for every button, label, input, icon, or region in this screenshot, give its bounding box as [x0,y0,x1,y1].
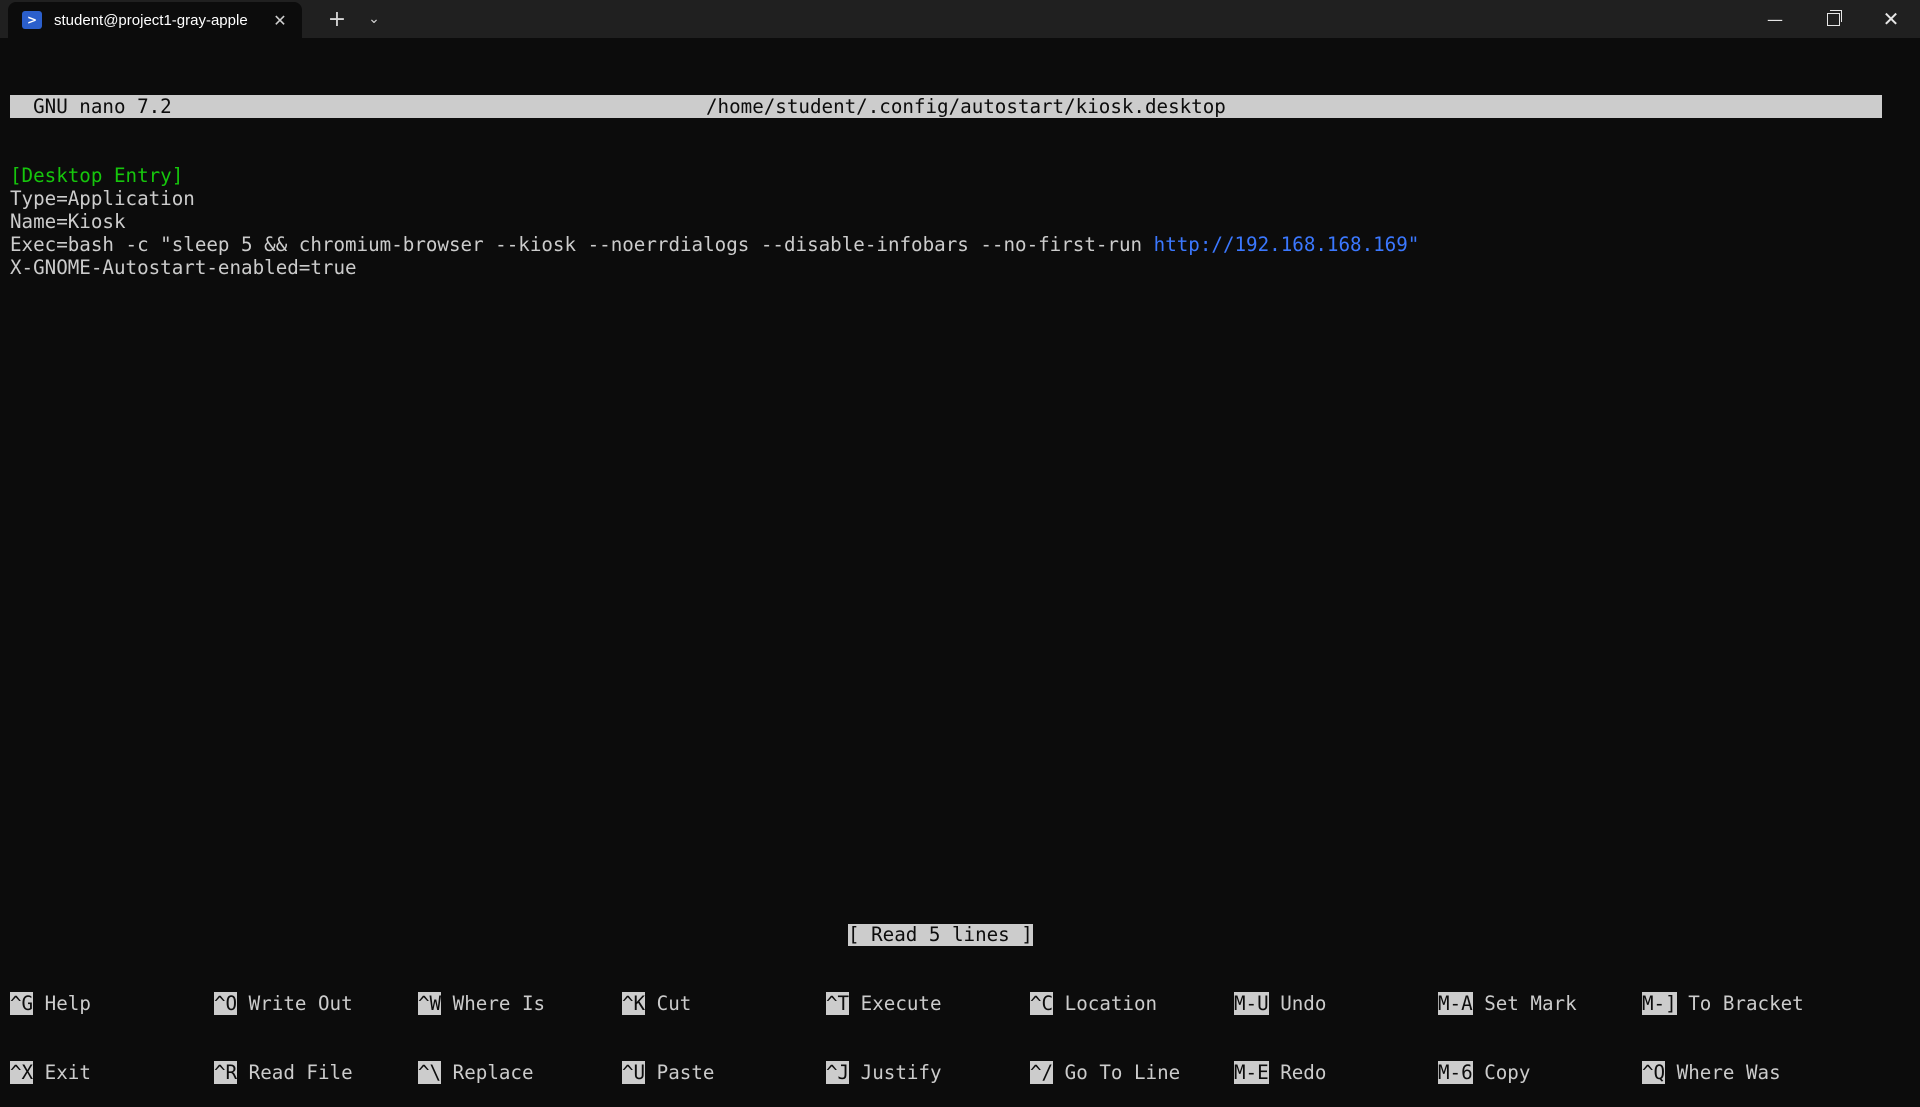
shortcut-item: ^C Location [1030,992,1157,1015]
editor-line[interactable]: Exec=bash -c "sleep 5 && chromium-browse… [10,233,1882,256]
shortcut-label: Redo [1268,1061,1327,1084]
shortcut-item: ^R Read File [214,1061,353,1084]
editor-line[interactable]: [Desktop Entry] [10,164,1882,187]
powershell-icon: > [22,11,42,29]
editor-line[interactable]: Type=Application [10,187,1882,210]
shortcut-item: ^/ Go To Line [1030,1061,1180,1084]
url-text: http://192.168.168.169" [1153,233,1420,256]
shortcut-key: ^\ [418,1061,442,1084]
shortcut-item: M-A Set Mark [1438,992,1577,1015]
chevron-down-icon[interactable]: ⌄ [359,4,389,34]
shortcut-item: ^J Justify [826,1061,942,1084]
shortcut-key: ^W [418,992,442,1015]
shortcut-key: ^T [826,992,850,1015]
shortcut-key: ^G [10,992,34,1015]
shortcut-key: ^Q [1642,1061,1666,1084]
close-tab-icon[interactable]: ✕ [270,10,290,30]
close-window-button[interactable]: ✕ [1862,0,1920,38]
shortcut-label: Paste [645,1061,715,1084]
shortcut-item: ^W Where Is [418,992,545,1015]
editor-line[interactable]: Name=Kiosk [10,210,1882,233]
restore-icon [1826,9,1842,26]
close-icon: ✕ [1882,7,1900,31]
line-text: X-GNOME-Autostart-enabled=true [10,256,357,279]
shortcut-item: M-U Undo [1234,992,1326,1015]
shortcut-item: ^G Help [10,992,91,1015]
shortcut-key: M-A [1438,992,1473,1015]
shortcut-item: ^U Paste [622,1061,714,1084]
shortcut-key: ^X [10,1061,34,1084]
plus-icon[interactable]: + [322,4,352,34]
shortcut-item: ^K Cut [622,992,691,1015]
shortcut-key: M-E [1234,1061,1269,1084]
shortcut-label: Justify [849,1061,942,1084]
shortcut-label: Go To Line [1053,1061,1181,1084]
editor-buffer[interactable]: [Desktop Entry] Type=Application Name=Kios… [10,164,1882,279]
shortcut-key: ^O [214,992,238,1015]
shortcut-label: Read File [237,1061,353,1084]
shortcut-label: Copy [1472,1061,1531,1084]
terminal-content[interactable]: GNU nano 7.2 /home/student/.config/autos… [10,49,1882,302]
shortcut-key: ^U [622,1061,646,1084]
shortcut-label: Set Mark [1472,992,1577,1015]
shortcut-row-1: ^G Help ^O Write Out ^W Where Is ^K Cut ^T E… [10,992,1910,1015]
nano-version: GNU nano 7.2 [10,95,172,118]
nano-header: GNU nano 7.2 /home/student/.config/autos… [10,95,1882,118]
minimize-button[interactable]: — [1746,0,1804,38]
shortcut-key: ^/ [1030,1061,1054,1084]
status-message: [ Read 5 lines ] [848,923,1033,946]
shortcut-item: ^\ Replace [418,1061,534,1084]
shortcut-label: Execute [849,992,942,1015]
shortcut-bar: ^G Help ^O Write Out ^W Where Is ^K Cut ^T E… [10,946,1910,1107]
restore-button[interactable] [1804,0,1862,38]
shortcut-key: ^R [214,1061,238,1084]
shortcut-label: Exit [33,1061,91,1084]
shortcut-label: Where Is [441,992,546,1015]
shortcut-key: M-] [1642,992,1677,1015]
terminal-tab[interactable]: > student@project1-gray-apple ✕ [8,2,302,38]
shortcut-key: M-6 [1438,1061,1473,1084]
shortcut-item: M-] To Bracket [1642,992,1804,1015]
shortcut-item: ^O Write Out [214,992,353,1015]
shortcut-label: Help [33,992,91,1015]
editor-line[interactable]: X-GNOME-Autostart-enabled=true [10,256,1882,279]
line-text: Name=Kiosk [10,210,126,233]
shortcut-label: Cut [645,992,692,1015]
shortcut-key: ^C [1030,992,1054,1015]
minimize-icon: — [1767,9,1783,29]
shortcut-label: Write Out [237,992,353,1015]
shortcut-row-2: ^X Exit ^R Read File ^\ Replace ^U Paste ^J … [10,1061,1910,1084]
shortcut-item: M-6 Copy [1438,1061,1530,1084]
shortcut-key: ^J [826,1061,850,1084]
shortcut-item: ^T Execute [826,992,942,1015]
shortcut-label: Replace [441,1061,534,1084]
file-path: /home/student/.config/autostart/kiosk.de… [706,95,1226,118]
title-bar: > student@project1-gray-apple ✕ + ⌄ — ✕ [0,0,1920,38]
shortcut-key: M-U [1234,992,1269,1015]
tab-title: student@project1-gray-apple [54,11,248,29]
shortcut-label: Undo [1268,992,1327,1015]
shortcut-label: Location [1053,992,1158,1015]
line-text: Exec=bash -c "sleep 5 && chromium-browse… [10,233,1154,256]
shortcut-item: M-E Redo [1234,1061,1326,1084]
shortcut-label: To Bracket [1676,992,1804,1015]
shortcut-item: ^Q Where Was [1642,1061,1781,1084]
shortcut-label: Where Was [1665,1061,1781,1084]
line-text: Type=Application [10,187,195,210]
line-text: [Desktop Entry] [10,164,184,187]
shortcut-item: ^X Exit [10,1061,91,1084]
shortcut-key: ^K [622,992,646,1015]
